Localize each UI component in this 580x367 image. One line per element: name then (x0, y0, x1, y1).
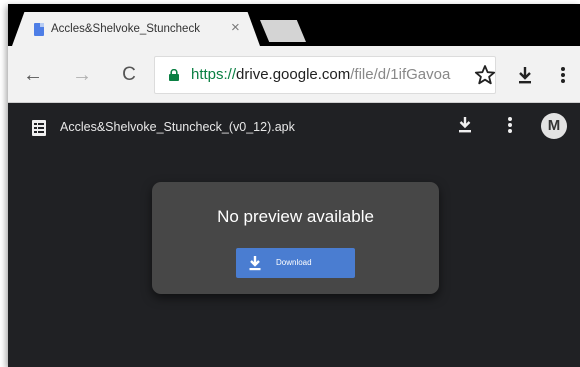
download-icon[interactable] (516, 65, 534, 85)
drive-file-icon (34, 23, 44, 36)
tab-drive-file[interactable]: Accles&Shelvoke_Stuncheck × (12, 12, 260, 46)
file-name: Accles&Shelvoke_Stuncheck_(v0_12).apk (60, 120, 295, 134)
lock-icon (169, 69, 179, 81)
star-icon[interactable] (474, 64, 496, 86)
no-preview-message: No preview available (217, 207, 374, 226)
url-host: drive.google.com (236, 66, 351, 83)
more-options-icon[interactable] (507, 116, 513, 134)
url-text[interactable]: https://drive.google.com/file/d/1ifGavoa (191, 66, 483, 83)
tab-title: Accles&Shelvoke_Stuncheck (51, 23, 200, 35)
drive-file-header: Accles&Shelvoke_Stuncheck_(v0_12).apk M (8, 103, 580, 155)
file-icon (32, 120, 46, 136)
forward-icon[interactable]: → (71, 64, 93, 86)
address-bar[interactable]: https://drive.google.com/file/d/1ifGavoa (154, 56, 496, 94)
new-tab-button[interactable] (260, 20, 306, 42)
download-button-label: Download (276, 258, 312, 267)
download-icon (249, 256, 261, 271)
tab-close-icon[interactable]: × (231, 20, 240, 36)
avatar[interactable]: M (541, 113, 567, 139)
url-scheme: https:// (191, 66, 237, 83)
download-button[interactable]: Download (236, 248, 355, 278)
no-preview-card: No preview available Download (152, 182, 439, 294)
reload-icon[interactable]: C (118, 64, 140, 86)
back-icon[interactable]: ← (22, 64, 44, 86)
browser-window: Accles&Shelvoke_Stuncheck × ← → C https:… (8, 4, 580, 367)
url-path: /file/d/1ifGavoa (350, 66, 451, 83)
download-icon[interactable] (457, 115, 473, 135)
tab-strip: Accles&Shelvoke_Stuncheck × (8, 4, 580, 46)
menu-icon[interactable] (560, 66, 566, 84)
